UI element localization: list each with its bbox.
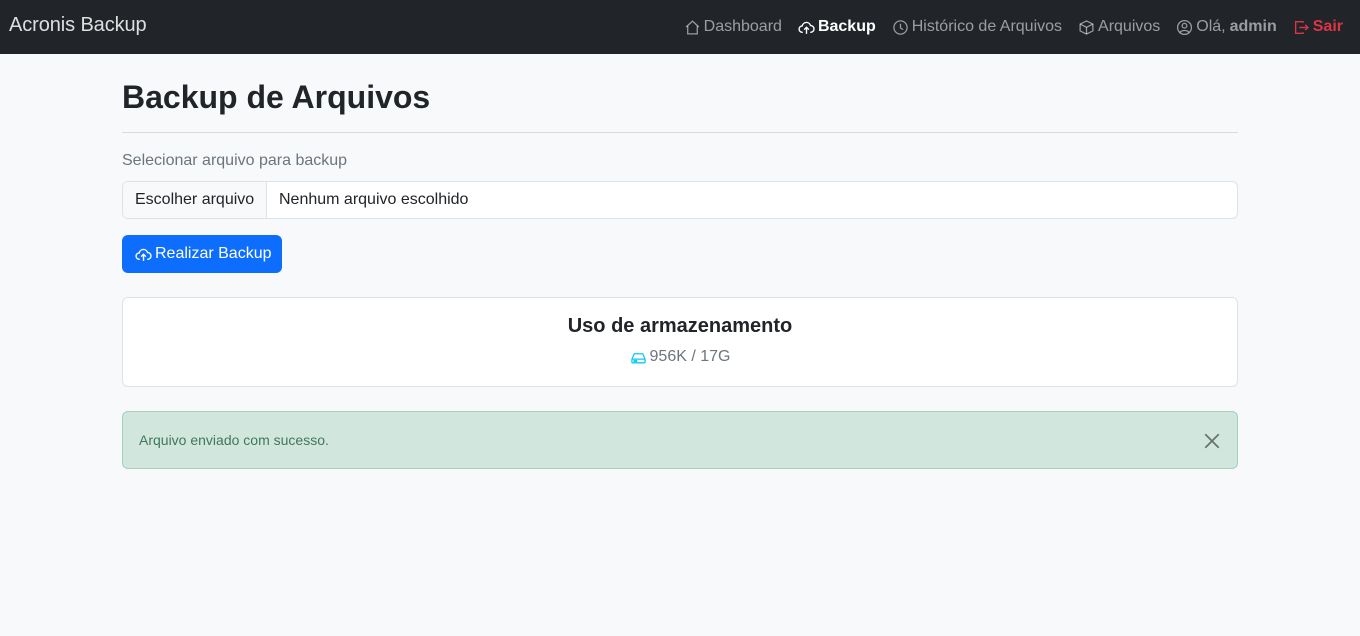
close-icon[interactable] bbox=[1203, 432, 1221, 450]
username-label: admin bbox=[1229, 18, 1277, 35]
user-menu[interactable]: Olá, admin bbox=[1176, 18, 1277, 36]
page-title: Backup de Arquivos bbox=[122, 79, 431, 115]
greeting-label: Olá, bbox=[1196, 18, 1226, 35]
clock-history-icon bbox=[893, 19, 908, 35]
storage-usage-value: 956K / 17G bbox=[649, 348, 731, 365]
person-circle-icon bbox=[1177, 19, 1193, 35]
divider bbox=[122, 132, 1238, 133]
file-input[interactable]: Escolher arquivo Nenhum arquivo escolhid… bbox=[122, 181, 1238, 219]
navbar: Acronis Backup Dashboard Backup Históric… bbox=[0, 0, 1360, 54]
storage-card: Uso de armazenamento 956K / 17G bbox=[122, 297, 1238, 387]
logout-button[interactable]: Sair bbox=[1293, 18, 1343, 36]
storage-usage: 956K / 17G bbox=[123, 348, 1237, 366]
nav-history[interactable]: Histórico de Arquivos bbox=[892, 18, 1062, 36]
alert-message: Arquivo enviado com sucesso. bbox=[139, 432, 329, 448]
choose-file-button[interactable]: Escolher arquivo bbox=[123, 182, 267, 218]
backup-submit-label: Realizar Backup bbox=[155, 245, 272, 262]
nav-files-label: Arquivos bbox=[1098, 18, 1161, 35]
logout-label: Sair bbox=[1312, 18, 1343, 35]
hdd-icon bbox=[630, 352, 646, 363]
storage-title: Uso de armazenamento bbox=[567, 315, 793, 337]
nav-history-label: Histórico de Arquivos bbox=[911, 18, 1063, 35]
house-icon bbox=[685, 19, 699, 35]
box-arrow-right-icon bbox=[1294, 20, 1309, 34]
nav-backup[interactable]: Backup bbox=[798, 18, 876, 36]
success-alert: Arquivo enviado com sucesso. bbox=[122, 411, 1238, 469]
nav-links: Dashboard Backup Histórico de Arquivos A… bbox=[668, 0, 1343, 54]
nav-dashboard[interactable]: Dashboard bbox=[684, 18, 782, 36]
file-name-display: Nenhum arquivo escolhido bbox=[279, 191, 469, 208]
file-input-label: Selecionar arquivo para backup bbox=[122, 152, 348, 169]
nav-backup-label: Backup bbox=[817, 18, 876, 35]
cloud-upload-icon bbox=[798, 21, 815, 34]
nav-files[interactable]: Arquivos bbox=[1078, 18, 1160, 36]
brand[interactable]: Acronis Backup bbox=[9, 14, 147, 37]
cloud-upload-icon bbox=[135, 248, 152, 261]
backup-submit-button[interactable]: Realizar Backup bbox=[122, 235, 282, 273]
nav-dashboard-label: Dashboard bbox=[703, 18, 782, 35]
box-icon bbox=[1079, 19, 1094, 35]
